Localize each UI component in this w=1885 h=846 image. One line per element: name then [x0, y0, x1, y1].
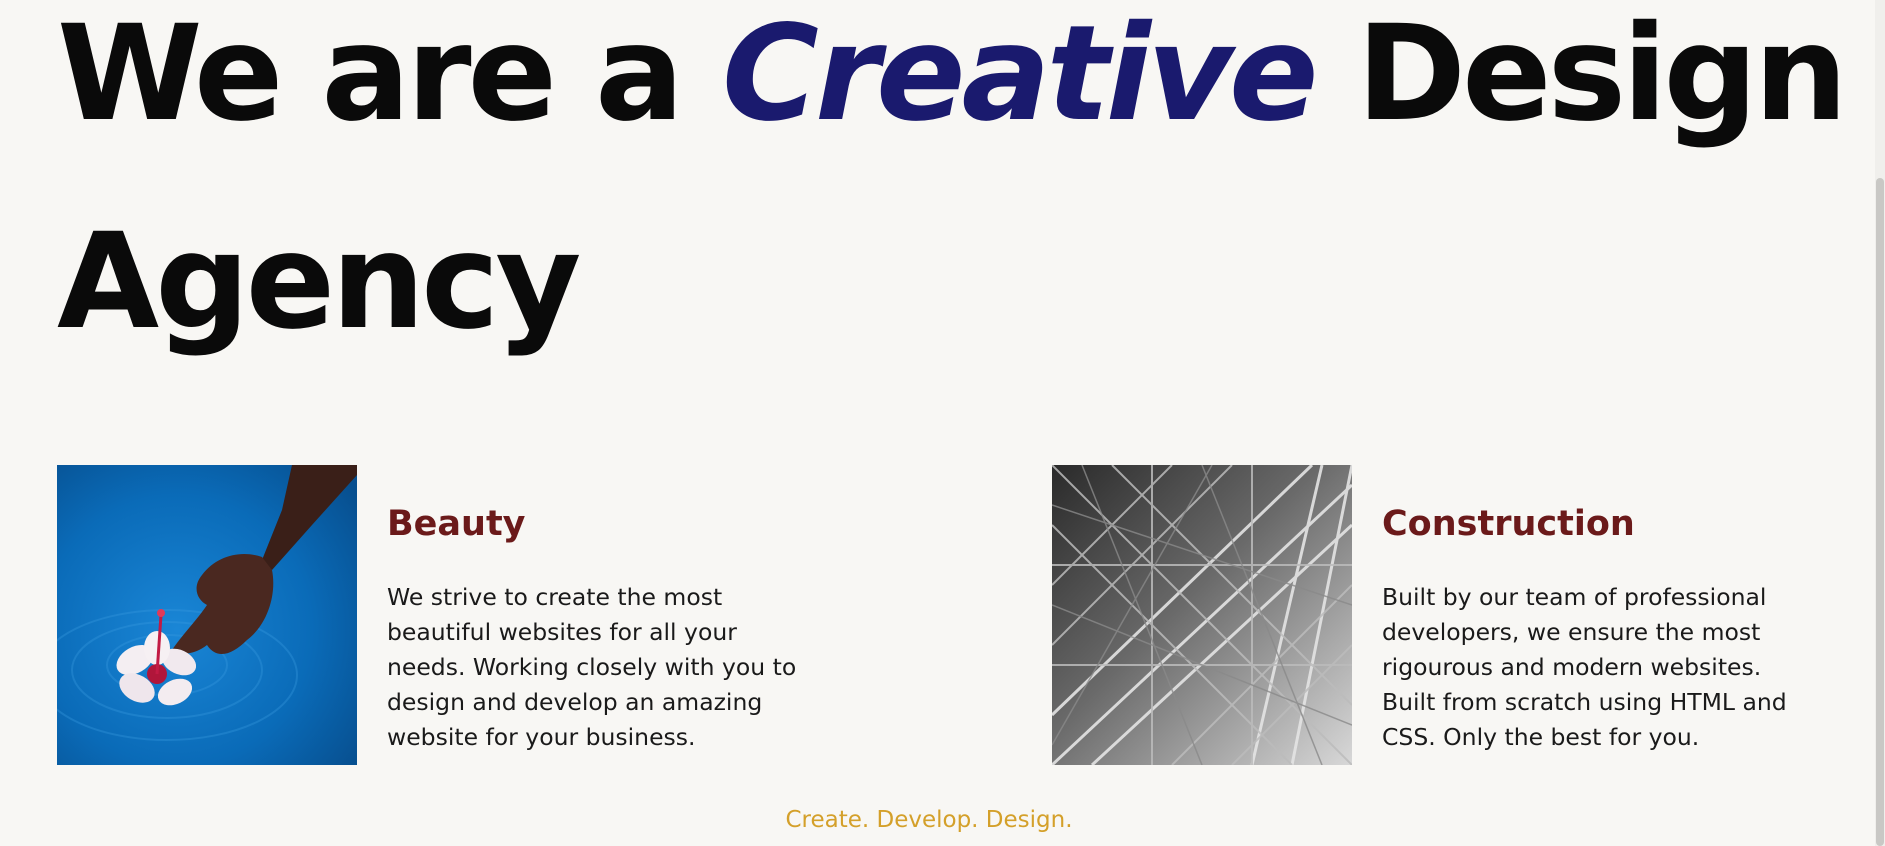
construction-image	[1052, 465, 1352, 765]
beauty-description: We strive to create the most beautiful w…	[387, 583, 797, 751]
construction-title: Construction	[1382, 504, 1635, 544]
scrollbar-thumb[interactable]	[1876, 178, 1884, 846]
beauty-image	[57, 465, 357, 765]
beauty-title: Beauty	[387, 504, 526, 544]
scrollbar[interactable]	[1875, 0, 1885, 846]
hero-accent-word: Creative	[722, 0, 1318, 151]
page: We are a Creative Design Agency Beauty W…	[0, 0, 1885, 846]
footer-tagline: Create. Develop. Design.	[785, 807, 1073, 833]
hero-heading: We are a Creative Design Agency	[57, 0, 1857, 386]
hero-text-part1: We are a	[57, 0, 723, 151]
construction-description: Built by our team of professional develo…	[1382, 583, 1787, 751]
